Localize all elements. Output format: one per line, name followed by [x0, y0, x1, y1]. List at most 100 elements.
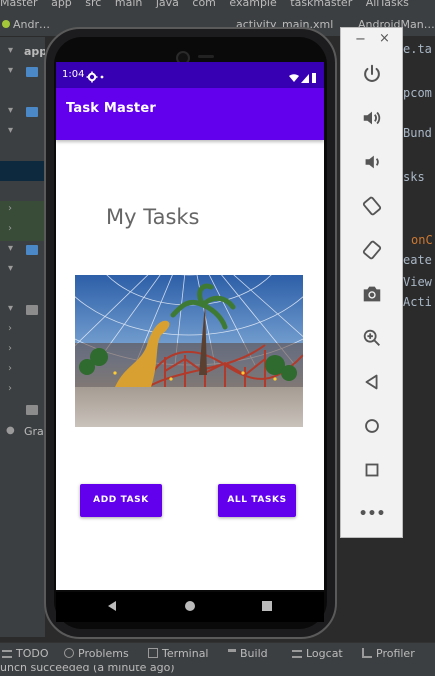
chevron-down-icon: ▾ — [8, 243, 14, 254]
home-button[interactable] — [358, 412, 386, 440]
folder-icon — [26, 305, 38, 315]
nav-back-icon[interactable] — [106, 600, 118, 612]
terminal-tool-button[interactable]: Terminal — [148, 647, 209, 660]
chevron-right-icon: › — [8, 383, 12, 394]
android-status-bar: 1:04 — [56, 62, 324, 88]
profiler-icon — [362, 648, 372, 658]
breadcrumb: Master app src main java com example tas… — [0, 0, 419, 9]
list-icon — [2, 650, 12, 658]
code-line: e.ta — [403, 42, 432, 56]
code-line: pcom — [403, 86, 432, 100]
chevron-right-icon: › — [8, 363, 12, 374]
tool-label: Profiler — [376, 647, 415, 660]
project-item-gradle[interactable]: ● Gra — [0, 423, 45, 443]
more-button[interactable]: ••• — [358, 500, 386, 528]
status-right-icons — [288, 69, 318, 88]
chevron-down-icon: ▾ — [8, 263, 14, 274]
emulator-control-panel: − × ••• — [340, 27, 403, 538]
code-line: Acti — [403, 295, 432, 309]
project-item-app[interactable]: ▾ app — [0, 43, 47, 63]
volume-up-icon — [363, 111, 381, 125]
android-navigation-bar — [56, 592, 324, 622]
close-button[interactable]: × — [379, 31, 390, 46]
overview-square-icon — [365, 463, 379, 477]
tree-row[interactable]: ▾ — [0, 301, 45, 321]
tree-row[interactable]: › — [0, 321, 45, 341]
folder-icon — [26, 405, 38, 415]
breadcrumb-item[interactable]: com — [192, 0, 216, 9]
breadcrumb-item[interactable]: app — [51, 0, 72, 9]
breadcrumb-item[interactable]: AllTasks — [366, 0, 409, 9]
settings-gear-icon — [86, 71, 104, 83]
chevron-down-icon: ▾ — [8, 45, 14, 56]
breadcrumb-item[interactable]: example — [229, 0, 276, 9]
power-icon — [364, 64, 380, 82]
power-button[interactable] — [358, 60, 386, 88]
minimize-button[interactable]: − — [355, 32, 366, 47]
tool-label: Logcat — [306, 647, 343, 660]
breadcrumb-item[interactable]: java — [156, 0, 179, 9]
tool-label: TODO — [16, 647, 49, 660]
tree-row[interactable] — [0, 401, 45, 421]
tree-row[interactable]: ▾ — [0, 261, 45, 281]
breadcrumb-item[interactable]: main — [115, 0, 142, 9]
logcat-icon — [292, 650, 302, 658]
build-tool-button[interactable]: Build — [228, 647, 268, 660]
app-title: Task Master — [66, 101, 156, 116]
breadcrumb-item[interactable]: Master — [0, 0, 38, 9]
breadcrumb-item[interactable]: src — [85, 0, 101, 9]
project-panel: ▾ app ▾ ▾ ▾ › › ▾ ▾ ▾ › › › › ● Gra — [0, 37, 47, 637]
ide-breadcrumb-bar: Master app src main java com example tas… — [0, 0, 435, 15]
zoom-button[interactable] — [358, 324, 386, 352]
ide-status-bar: unch succeeded (a minute ago) — [0, 665, 435, 676]
volume-down-button[interactable] — [358, 148, 386, 176]
todo-tool-button[interactable]: TODO — [2, 647, 49, 660]
project-item-label: Gra — [24, 425, 44, 438]
elephant-icon: ● — [6, 425, 15, 436]
status-time: 1:04 — [62, 69, 85, 80]
chevron-down-icon: ▾ — [8, 105, 14, 116]
tree-row[interactable]: › — [0, 221, 45, 241]
problems-tool-button[interactable]: Problems — [64, 647, 129, 660]
tree-row[interactable]: ▾ — [0, 123, 45, 143]
tree-row[interactable]: ▾ — [0, 103, 45, 123]
nav-home-icon[interactable] — [184, 600, 196, 612]
more-icon: ••• — [358, 506, 386, 522]
logcat-tool-button[interactable]: Logcat — [292, 647, 343, 660]
tree-row[interactable]: › — [0, 341, 45, 361]
chevron-right-icon: › — [8, 223, 12, 234]
hammer-icon — [228, 649, 236, 658]
overview-button[interactable] — [358, 456, 386, 484]
tree-row[interactable]: › — [0, 381, 45, 401]
tree-row[interactable]: › — [0, 361, 45, 381]
screenshot-button[interactable] — [358, 280, 386, 308]
android-icon — [2, 20, 10, 28]
tree-row[interactable]: › — [0, 201, 45, 221]
volume-up-button[interactable] — [358, 104, 386, 132]
chevron-down-icon: ▾ — [8, 303, 14, 314]
tree-row-selected[interactable] — [0, 161, 45, 181]
back-triangle-icon — [365, 374, 378, 390]
breadcrumb-item[interactable]: taskmaster — [290, 0, 352, 9]
all-tasks-button[interactable]: ALL TASKS — [218, 484, 296, 517]
terminal-icon — [148, 648, 158, 658]
back-button[interactable] — [358, 368, 386, 396]
tool-window-bar: TODO Problems Terminal Build Logcat Prof… — [0, 642, 435, 665]
tree-row[interactable]: ▾ — [0, 241, 45, 261]
info-icon — [64, 648, 74, 658]
nav-overview-icon[interactable] — [261, 600, 273, 612]
code-line: onC — [411, 233, 433, 247]
tool-label: Terminal — [162, 647, 209, 660]
add-task-button[interactable]: ADD TASK — [80, 484, 162, 517]
zoom-in-icon — [363, 329, 380, 346]
status-message: unch succeeded (a minute ago) — [0, 665, 175, 674]
page-title: My Tasks — [106, 205, 200, 229]
folder-icon — [26, 67, 38, 77]
folder-icon — [26, 107, 38, 117]
rotate-right-button[interactable] — [358, 236, 386, 264]
tab-android-project[interactable]: Andr… — [2, 18, 50, 31]
tree-row[interactable]: ▾ — [0, 63, 45, 83]
rotate-left-button[interactable] — [358, 192, 386, 220]
profiler-tool-button[interactable]: Profiler — [362, 647, 415, 660]
chevron-down-icon: ▾ — [8, 65, 14, 76]
